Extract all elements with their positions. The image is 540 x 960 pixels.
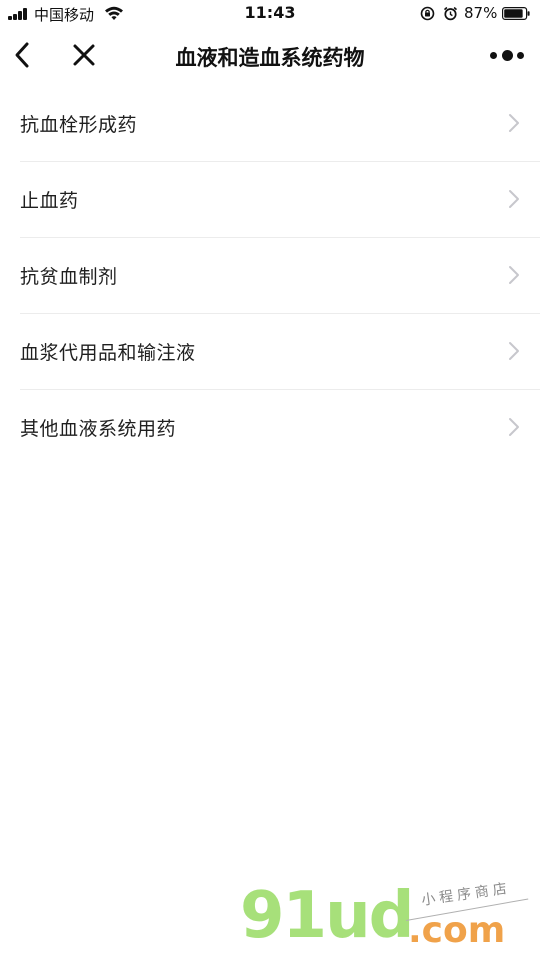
list-item-label: 抗血栓形成药: [20, 114, 138, 136]
list-item-antithrombotic[interactable]: 抗血栓形成药: [20, 86, 540, 162]
list-item-antianemia[interactable]: 抗贫血制剂: [20, 238, 540, 314]
status-bar: 中国移动 11:43 87%: [0, 0, 540, 28]
chevron-right-icon: [509, 266, 519, 284]
watermark-logo: 91ud 小程序商店 .com: [240, 880, 530, 955]
orientation-lock-icon: [420, 6, 435, 21]
list-item-label: 抗贫血制剂: [20, 266, 118, 288]
list-item-label: 血浆代用品和输注液: [20, 342, 196, 364]
watermark-suffix: .com: [408, 910, 506, 951]
alarm-icon: [443, 6, 458, 21]
chevron-right-icon: [509, 190, 519, 208]
category-list: 抗血栓形成药 止血药 抗贫血制剂 血浆代用品和输注液 其他血液系统用药: [20, 86, 540, 465]
watermark-divider: [406, 898, 529, 921]
list-item-label: 止血药: [20, 190, 79, 212]
watermark-brand: 91ud: [240, 879, 414, 953]
nav-bar: 血液和造血系统药物: [0, 28, 540, 82]
chevron-right-icon: [509, 114, 519, 132]
back-button[interactable]: [8, 41, 36, 69]
page-title: 血液和造血系统药物: [175, 46, 365, 70]
chevron-right-icon: [509, 418, 519, 436]
more-dot-icon: [517, 51, 524, 59]
more-dot-icon: [501, 49, 513, 61]
more-options-button[interactable]: [490, 42, 524, 68]
status-time: 11:43: [244, 3, 296, 22]
list-item-label: 其他血液系统用药: [20, 418, 177, 440]
more-dot-icon: [490, 51, 497, 59]
list-item-hemostatic[interactable]: 止血药: [20, 162, 540, 238]
list-item-plasma-substitutes[interactable]: 血浆代用品和输注液: [20, 314, 540, 390]
chevron-right-icon: [509, 342, 519, 360]
chevron-left-icon: [15, 42, 29, 68]
list-item-other-blood-drugs[interactable]: 其他血液系统用药: [20, 390, 540, 465]
battery-icon: [502, 7, 530, 20]
watermark-tagline: 小程序商店: [420, 880, 512, 909]
battery-percent: 87%: [464, 4, 498, 22]
